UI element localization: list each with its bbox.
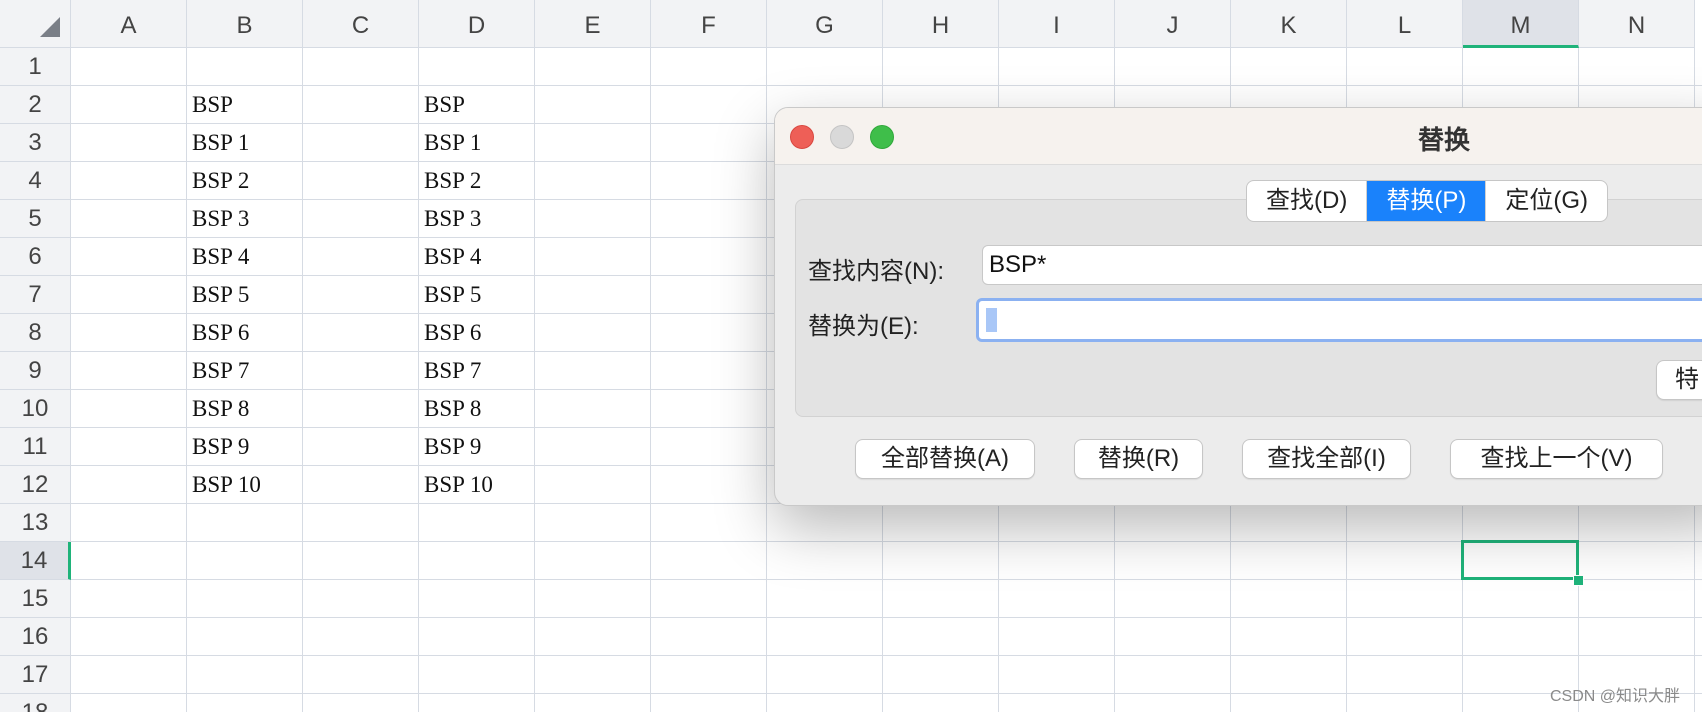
column-header-m[interactable]: M [1463,0,1579,48]
column-header-i[interactable]: I [999,0,1115,48]
zoom-window-button[interactable] [870,125,894,149]
dialog-titlebar[interactable]: 替换 [775,108,1702,165]
dialog-tabs: 查找(D) 替换(P) 定位(G) [1246,180,1608,222]
row-header-12[interactable]: 12 [0,466,71,504]
row-header-13[interactable]: 13 [0,504,71,542]
row-header-9[interactable]: 9 [0,352,71,390]
grid-horizontal-line [71,617,1702,618]
find-input[interactable]: BSP* [982,245,1702,285]
grid-vertical-line [766,48,767,712]
column-b-cell[interactable]: BSP 7 [192,352,249,390]
find-all-button[interactable]: 查找全部(I) [1242,439,1411,479]
tab-goto[interactable]: 定位(G) [1486,181,1607,221]
column-d-cell[interactable]: BSP 8 [424,390,481,428]
column-header-h[interactable]: H [883,0,999,48]
row-header-18[interactable]: 18 [0,694,71,712]
column-b-cell[interactable]: BSP 2 [192,162,249,200]
text-cursor [986,308,997,332]
grid-horizontal-line [71,655,1702,656]
grid-horizontal-line [71,693,1702,694]
replace-dialog: 替换 查找内容(N): BSP* 替换为(E): 特 查找(D) 替换(P) 定… [774,107,1702,506]
select-all-corner[interactable] [0,0,71,48]
column-d-cell[interactable]: BSP [424,86,465,124]
tab-find[interactable]: 查找(D) [1247,181,1368,221]
column-header-f[interactable]: F [651,0,767,48]
row-header-15[interactable]: 15 [0,580,71,618]
watermark: CSDN @知识大胖 [1550,688,1681,705]
column-d-cell[interactable]: BSP 10 [424,466,493,504]
find-label: 查找内容(N): [808,258,944,285]
row-header-4[interactable]: 4 [0,162,71,200]
row-header-14[interactable]: 14 [0,542,71,580]
column-b-cell[interactable]: BSP [192,86,233,124]
column-header-n[interactable]: N [1579,0,1695,48]
column-b-cell[interactable]: BSP 9 [192,428,249,466]
column-header-g[interactable]: G [767,0,883,48]
find-previous-button[interactable]: 查找上一个(V) [1450,439,1663,479]
active-cell-selection[interactable] [1461,540,1579,580]
special-format-button[interactable]: 特 [1656,360,1702,400]
column-header-j[interactable]: J [1115,0,1231,48]
grid-vertical-line [186,48,187,712]
row-header-7[interactable]: 7 [0,276,71,314]
column-b-cell[interactable]: BSP 6 [192,314,249,352]
column-header-a[interactable]: A [71,0,187,48]
replace-label: 替换为(E): [808,313,919,340]
column-d-cell[interactable]: BSP 6 [424,314,481,352]
column-d-cell[interactable]: BSP 5 [424,276,481,314]
column-d-cell[interactable]: BSP 1 [424,124,481,162]
column-header-b[interactable]: B [187,0,303,48]
column-d-cell[interactable]: BSP 4 [424,238,481,276]
column-header-e[interactable]: E [535,0,651,48]
row-header-10[interactable]: 10 [0,390,71,428]
row-header-2[interactable]: 2 [0,86,71,124]
replace-input[interactable] [976,298,1702,342]
grid-horizontal-line [71,579,1702,580]
column-header-l[interactable]: L [1347,0,1463,48]
column-header-k[interactable]: K [1231,0,1347,48]
close-window-button[interactable] [790,125,814,149]
row-header-11[interactable]: 11 [0,428,71,466]
column-header-c[interactable]: C [303,0,419,48]
column-d-cell[interactable]: BSP 3 [424,200,481,238]
replace-all-button[interactable]: 全部替换(A) [855,439,1035,479]
grid-vertical-line [302,48,303,712]
row-header-16[interactable]: 16 [0,618,71,656]
column-b-cell[interactable]: BSP 4 [192,238,249,276]
tab-replace[interactable]: 替换(P) [1367,181,1487,221]
grid-horizontal-line [71,541,1702,542]
row-header-17[interactable]: 17 [0,656,71,694]
column-b-cell[interactable]: BSP 5 [192,276,249,314]
row-header-5[interactable]: 5 [0,200,71,238]
grid-vertical-line [534,48,535,712]
replace-panel: 查找内容(N): BSP* 替换为(E): 特 [795,199,1702,417]
fill-handle[interactable] [1573,575,1584,586]
column-b-cell[interactable]: BSP 3 [192,200,249,238]
column-d-cell[interactable]: BSP 2 [424,162,481,200]
dialog-title: 替换 [1418,125,1471,155]
replace-button[interactable]: 替换(R) [1074,439,1203,479]
row-header-6[interactable]: 6 [0,238,71,276]
grid-horizontal-line [71,85,1702,86]
column-b-cell[interactable]: BSP 10 [192,466,261,504]
row-header-1[interactable]: 1 [0,48,71,86]
grid-vertical-line [418,48,419,712]
grid-vertical-line [650,48,651,712]
column-d-cell[interactable]: BSP 9 [424,428,481,466]
column-b-cell[interactable]: BSP 8 [192,390,249,428]
column-header-d[interactable]: D [419,0,535,48]
column-d-cell[interactable]: BSP 7 [424,352,481,390]
row-header-3[interactable]: 3 [0,124,71,162]
row-header-8[interactable]: 8 [0,314,71,352]
select-all-triangle-icon [40,17,60,37]
minimize-window-button[interactable] [830,125,854,149]
column-b-cell[interactable]: BSP 1 [192,124,249,162]
